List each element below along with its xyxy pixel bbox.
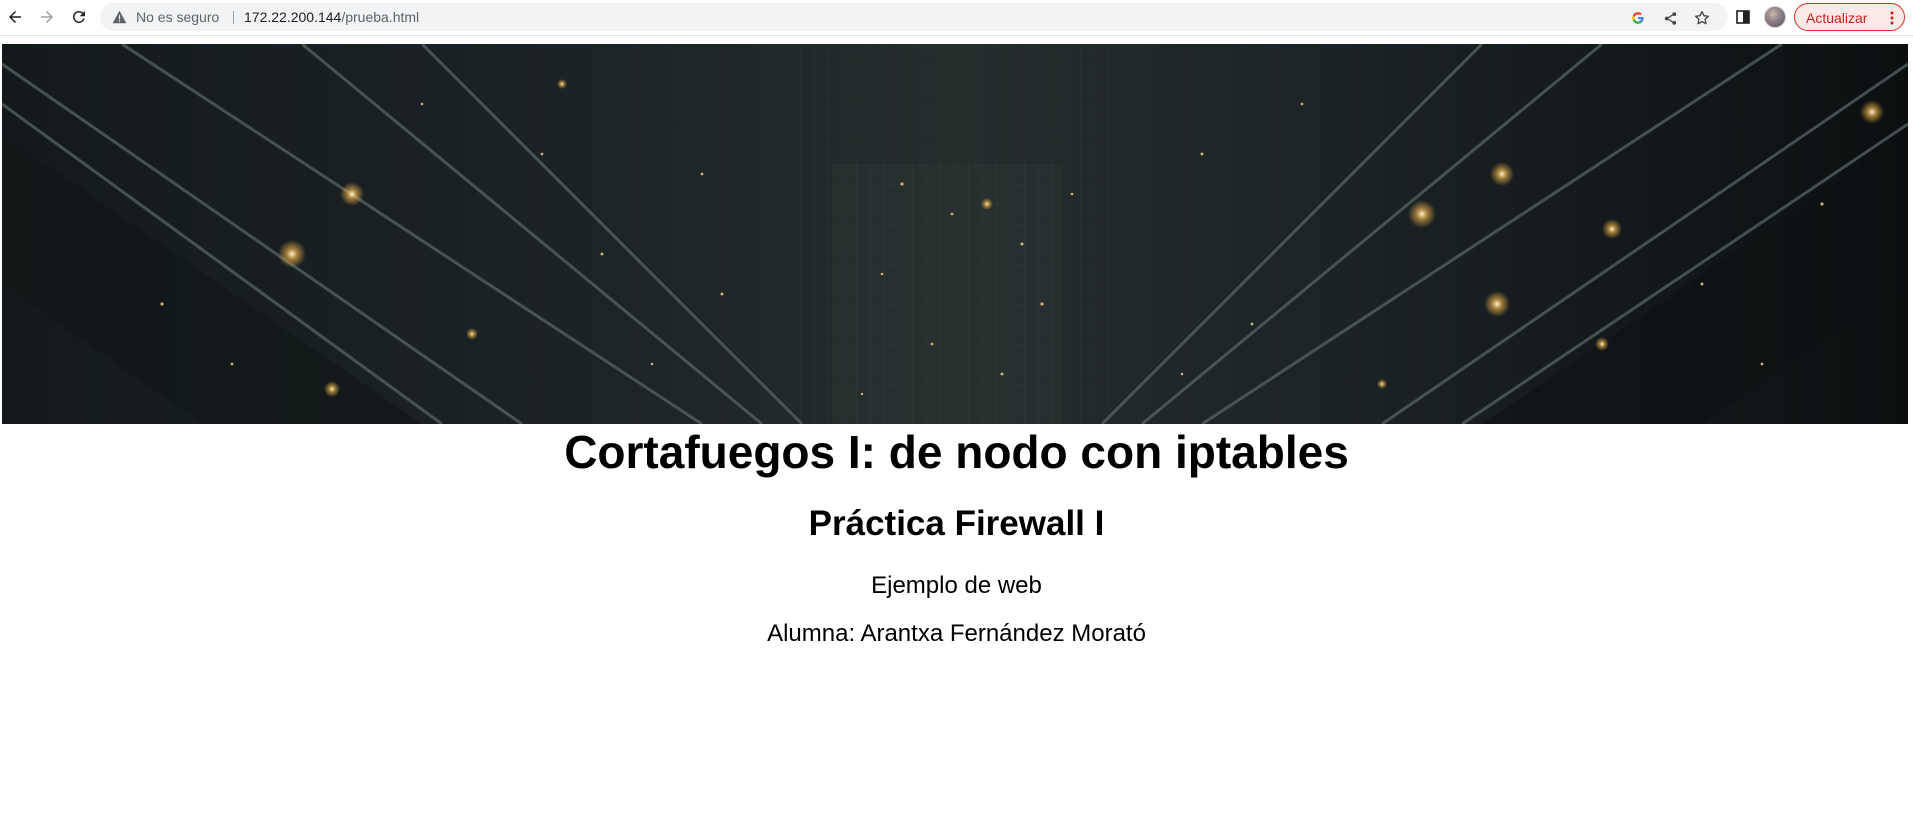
toolbar-divider [0, 35, 1913, 36]
banner-image [2, 44, 1908, 424]
url-host: 172.22.200.144 [244, 9, 342, 25]
forward-button[interactable] [34, 5, 60, 29]
page-title: Cortafuegos I: de nodo con iptables [564, 426, 1349, 478]
page-content: Cortafuegos I: de nodo con iptables Prác… [0, 424, 1913, 648]
share-icon[interactable] [1662, 10, 1678, 26]
browser-toolbar: No es seguro 172.22.200.144/prueba.html … [0, 0, 1913, 34]
address-bar[interactable]: No es seguro 172.22.200.144/prueba.html [100, 3, 1728, 31]
google-icon[interactable] [1630, 10, 1646, 26]
address-separator [233, 11, 234, 24]
update-button[interactable]: Actualizar [1794, 3, 1905, 31]
back-button[interactable] [2, 5, 28, 29]
page-subtitle: Práctica Firewall I [808, 504, 1105, 543]
paragraph-student: Alumna: Arantxa Fernández Morató [767, 620, 1146, 647]
url-path: /prueba.html [341, 9, 420, 25]
security-label[interactable]: No es seguro [136, 9, 219, 25]
back-arrow-icon [9, 11, 21, 23]
warning-icon [112, 10, 127, 24]
reload-button[interactable] [66, 5, 92, 29]
star-icon[interactable] [1694, 10, 1710, 26]
paragraph-example: Ejemplo de web [871, 572, 1042, 599]
side-panel-icon[interactable] [1734, 8, 1752, 26]
kebab-menu-icon [1890, 11, 1894, 25]
data-center-corridor-image [2, 44, 1908, 424]
update-button-label: Actualizar [1806, 10, 1868, 26]
forward-arrow-icon [41, 11, 53, 23]
avatar[interactable] [1764, 6, 1786, 28]
reload-icon [72, 10, 85, 23]
url-text[interactable]: 172.22.200.144/prueba.html [244, 9, 419, 25]
